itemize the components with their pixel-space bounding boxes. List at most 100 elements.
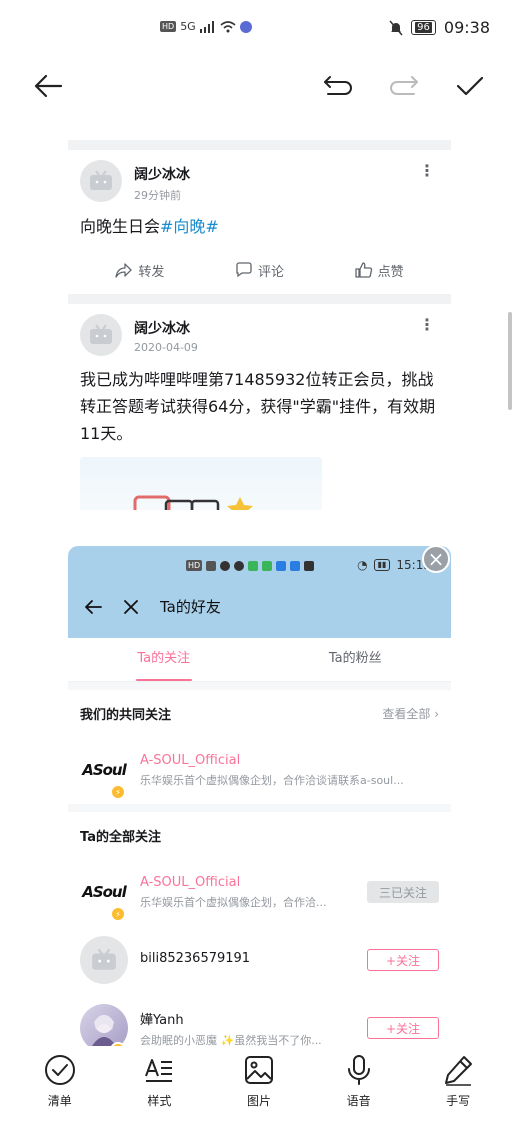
list-item[interactable]: bili85236579191 +关注 (68, 926, 451, 994)
battery-icon: 96 (411, 20, 436, 35)
checklist-button[interactable]: 清单 (25, 1054, 95, 1121)
like-button[interactable]: 点赞 (354, 261, 404, 280)
clock: 09:38 (443, 18, 490, 37)
app-notification-icon (239, 20, 252, 33)
image-icon (244, 1056, 273, 1084)
share-button[interactable]: 转发 (115, 261, 164, 280)
divider (68, 804, 451, 812)
avatar[interactable] (80, 160, 122, 202)
scrollbar[interactable] (508, 312, 512, 410)
more-icon[interactable]: ⋮ (419, 317, 435, 333)
tab-followers[interactable]: Ta的粉丝 (260, 638, 452, 681)
username[interactable]: 阔少冰冰 (134, 164, 190, 184)
topic-link[interactable]: #向晚# (160, 217, 219, 236)
embedded-header: HD ◔ ▮▮ 15:13 Ta的好友 (68, 546, 451, 638)
friend-tabs: Ta的关注 Ta的粉丝 (68, 638, 451, 682)
undo-icon (324, 76, 352, 95)
wechat-icon (262, 560, 273, 571)
handwriting-button[interactable]: 手写 (423, 1054, 493, 1121)
wechat-icon (248, 560, 259, 571)
done-button[interactable] (450, 66, 490, 106)
style-button[interactable]: 样式 (124, 1054, 194, 1121)
signal-icon (206, 560, 217, 571)
embedded-status-right: ◔ ▮▮ 15:13 (357, 558, 431, 572)
asoul-logo-icon: ASoul (82, 761, 127, 779)
avatar[interactable] (80, 314, 122, 356)
mutual-section-title: 我们的共同关注 (80, 707, 172, 723)
back-button[interactable] (28, 66, 68, 106)
post-time: 29分钟前 (134, 189, 181, 202)
post-actions: 转发 评论 点赞 (80, 256, 439, 284)
avatar[interactable]: ASoul ⚡ (80, 746, 128, 800)
list-item[interactable]: ASoul ⚡ A-SOUL_Official 乐华娱乐首个虚拟偶像企划，合作洽谈… (68, 736, 451, 804)
signal-icon (199, 20, 214, 33)
post-card[interactable]: 阔少冰冰 29分钟前 ⋮ 向晚生日会#向晚# 转发 评论 点赞 (68, 150, 451, 284)
badge-image-icon (133, 495, 253, 510)
tab-following[interactable]: Ta的关注 (68, 638, 260, 681)
share-icon (115, 263, 132, 278)
app-icon (276, 560, 287, 571)
app-icon (220, 560, 231, 571)
embedded-title: Ta的好友 (160, 598, 221, 616)
user-desc: 乐华娱乐首个虚拟偶像企划，合作洽谈请联系a-soul... (140, 773, 404, 787)
follow-button[interactable]: +关注 (367, 1017, 439, 1039)
app-icon (290, 560, 301, 571)
follow-button[interactable]: +关注 (367, 949, 439, 971)
all-section-title: Ta的全部关注 (80, 829, 161, 845)
see-all-label: 查看全部 (382, 706, 431, 721)
avatar[interactable]: ASoul ⚡ (80, 868, 128, 922)
avatar[interactable]: ⚡ (80, 1004, 128, 1046)
post-text-content: 向晚生日会 (80, 217, 161, 236)
post-text: 我已成为哔哩哔哩第71485932位转正会员，挑战转正答题考试获得64分，获得"… (80, 370, 436, 443)
redo-button[interactable] (384, 66, 424, 106)
anime-avatar-icon (92, 1015, 116, 1046)
voice-label: 语音 (346, 1094, 371, 1108)
back-arrow-icon[interactable] (84, 599, 102, 615)
tv-mascot-icon (90, 324, 112, 344)
bottom-toolbar: 清单 样式 图片 语音 手写 (0, 1046, 518, 1121)
user-desc: 乐华娱乐首个虚拟偶像企划，合作洽... (140, 895, 327, 909)
screenshot-feed: 阔少冰冰 29分钟前 ⋮ 向晚生日会#向晚# 转发 评论 点赞 阔少冰冰 202… (68, 140, 451, 510)
hd-indicator: HD (186, 560, 203, 571)
voice-button[interactable]: 语音 (324, 1054, 394, 1121)
handwriting-label: 手写 (446, 1094, 471, 1108)
divider (68, 682, 451, 690)
post-card[interactable]: 阔少冰冰 2020-04-09 ⋮ 我已成为哔哩哔哩第71485932位转正会员… (68, 304, 451, 510)
network-label: 5G (180, 20, 196, 33)
close-icon[interactable] (124, 599, 138, 614)
app-icon (234, 560, 245, 571)
tv-mascot-icon (92, 948, 116, 970)
tv-mascot-icon (90, 170, 112, 190)
see-all-link[interactable]: 查看全部 › (382, 705, 439, 722)
status-icons: HD 5G (160, 20, 252, 33)
comment-button[interactable]: 评论 (235, 261, 284, 280)
wifi-icon (220, 20, 236, 32)
check-icon (456, 76, 484, 96)
list-item[interactable]: ⚡ 嬅Yanh 会助眠的小恶魔 ✨虽然我当不了你... +关注 (68, 994, 451, 1046)
thumbs-up-icon (354, 262, 372, 278)
avatar[interactable] (80, 936, 128, 984)
followed-button[interactable]: 三已关注 (367, 881, 439, 903)
pen-icon (445, 1056, 473, 1086)
post-image[interactable] (80, 457, 322, 510)
user-name: bili85236579191 (140, 950, 251, 966)
verified-badge-icon: ⚡ (110, 784, 126, 800)
user-name: A-SOUL_Official (140, 874, 241, 890)
embedded-status-icons: HD (186, 560, 315, 571)
list-item[interactable]: ASoul ⚡ A-SOUL_Official 乐华娱乐首个虚拟偶像企划，合作洽.… (68, 858, 451, 926)
user-desc: 会助眠的小恶魔 ✨虽然我当不了你... (140, 1033, 322, 1047)
checklist-icon (44, 1055, 75, 1085)
status-bar: HD 5G 96 09:38 (0, 0, 518, 58)
image-label: 图片 (246, 1094, 271, 1108)
post-time: 2020-04-09 (134, 341, 198, 354)
checklist-label: 清单 (47, 1094, 72, 1108)
undo-button[interactable] (318, 66, 358, 106)
user-name: A-SOUL_Official (140, 752, 241, 768)
username[interactable]: 阔少冰冰 (134, 318, 198, 338)
divider (68, 140, 451, 150)
status-right: 96 09:38 (389, 18, 490, 37)
image-button[interactable]: 图片 (224, 1054, 294, 1121)
all-section-header: Ta的全部关注 (68, 812, 451, 858)
more-icon[interactable]: ⋮ (419, 163, 435, 179)
close-screenshot-button[interactable]: × (422, 545, 450, 573)
